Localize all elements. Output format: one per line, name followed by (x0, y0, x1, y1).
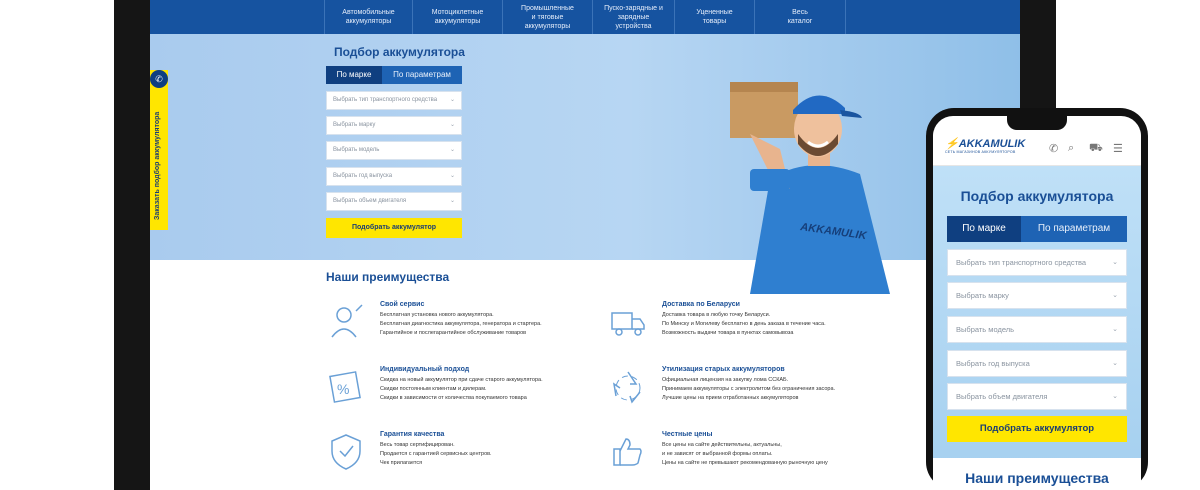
mobile-header: ⚡AKKAMULIK СЕТЬ МАГАЗИНОВ АККУМУЛЯТОРОВ … (933, 130, 1141, 166)
phone-notch (1007, 116, 1067, 130)
nav-item-discounted[interactable]: Уцененные товары (674, 0, 754, 34)
advantage-title: Доставка по Беларуси (662, 301, 740, 308)
brand-tagline: СЕТЬ МАГАЗИНОВ АККУМУЛЯТОРОВ (945, 150, 1016, 154)
nav-item-moto-batteries[interactable]: Мотоциклетные аккумуляторы (412, 0, 502, 34)
courier-illustration: AKKAMULIK (730, 82, 890, 294)
year-select[interactable]: Выбрать год выпуска ⌄ (326, 167, 462, 186)
vehicle-type-select[interactable]: Выбрать тип транспортного средства ⌄ (326, 91, 462, 110)
mobile-hero: Подбор аккумулятора По марке По параметр… (933, 166, 1141, 490)
order-selection-banner[interactable]: ✆ Заказать подбор аккумулятора (150, 70, 168, 230)
desktop-screen: Автомобильные аккумуляторы Мотоциклетные а… (150, 0, 1020, 490)
pick-battery-button[interactable]: Подобрать аккумулятор (947, 416, 1127, 442)
phone-icon[interactable]: ✆ (1049, 142, 1058, 155)
brand-select[interactable]: Выбрать марку ⌄ (947, 282, 1127, 309)
chevron-down-icon: ⌄ (1112, 292, 1118, 299)
chevron-down-icon: ⌄ (1112, 360, 1118, 367)
hero-title: Подбор аккумулятора (334, 45, 465, 59)
mobile-advantages: Наши преимущества (933, 458, 1141, 490)
chevron-down-icon: ⌄ (449, 122, 455, 128)
vehicle-type-select[interactable]: Выбрать тип транспортного средства ⌄ (947, 249, 1127, 276)
model-select[interactable]: Выбрать модель ⌄ (947, 316, 1127, 343)
nav-item-catalog[interactable]: Весь каталог (754, 0, 846, 34)
brand-select[interactable]: Выбрать марку ⌄ (326, 116, 462, 135)
chevron-down-icon: ⌄ (1112, 393, 1118, 400)
cart-icon[interactable]: ⛟ (1089, 142, 1103, 156)
mobile-search-tabs: По марке По параметрам (947, 216, 1127, 242)
mobile-advantages-title: Наши преимущества (965, 470, 1109, 486)
advantage-title: Индивидуальный подход (380, 366, 470, 373)
tab-by-params[interactable]: По параметрам (1021, 216, 1127, 242)
shield-icon (331, 434, 361, 470)
discount-icon: % (329, 371, 361, 403)
phone-icon: ✆ (150, 70, 168, 88)
thumbs-up-icon (613, 438, 642, 466)
top-navigation: Автомобильные аккумуляторы Мотоциклетные а… (150, 0, 1020, 34)
pick-battery-button[interactable]: Подобрать аккумулятор (326, 218, 462, 238)
menu-icon[interactable]: ☰ (1113, 142, 1123, 155)
logo[interactable]: ⚡AKKAMULIK СЕТЬ МАГАЗИНОВ АККУМУЛЯТОРОВ (945, 137, 1025, 154)
search-tabs: По марке По параметрам (326, 66, 462, 84)
tab-by-params[interactable]: По параметрам (382, 66, 462, 84)
search-icon[interactable]: ⌕ (1068, 142, 1074, 155)
recycle-icon (612, 371, 641, 404)
engine-volume-select[interactable]: Выбрать объем двигателя ⌄ (326, 192, 462, 211)
nav-item-chargers[interactable]: Пуско-зарядные и зарядные устройства (592, 0, 674, 34)
chevron-down-icon: ⌄ (1112, 326, 1118, 333)
nav-item-industrial-batteries[interactable]: Промышленные и тяговые аккумуляторы (502, 0, 592, 34)
mobile-hero-title: Подбор аккумулятора (960, 188, 1114, 204)
service-icon (331, 304, 363, 338)
engine-volume-select[interactable]: Выбрать объем двигателя ⌄ (947, 383, 1127, 410)
cap (793, 95, 845, 114)
hero-section: Подбор аккумулятора По марке По параметр… (150, 34, 1020, 294)
year-select[interactable]: Выбрать год выпуска ⌄ (947, 350, 1127, 377)
chevron-down-icon: ⌄ (449, 147, 455, 153)
phone-screen: ⚡AKKAMULIK СЕТЬ МАГАЗИНОВ АККУМУЛЯТОРОВ … (933, 116, 1141, 490)
chevron-down-icon: ⌄ (1112, 259, 1118, 266)
phone-frame: ⚡AKKAMULIK СЕТЬ МАГАЗИНОВ АККУМУЛЯТОРОВ … (926, 108, 1148, 490)
tab-by-brand[interactable]: По марке (947, 216, 1021, 242)
svg-text:%: % (337, 381, 349, 397)
advantage-title: Гарантия качества (380, 431, 445, 438)
model-select[interactable]: Выбрать модель ⌄ (326, 141, 462, 160)
advantage-title: Утилизация старых аккумуляторов (662, 366, 785, 373)
truck-icon (611, 312, 645, 336)
chevron-down-icon: ⌄ (449, 97, 455, 103)
tab-by-brand[interactable]: По марке (326, 66, 382, 84)
main-menu: Автомобильные аккумуляторы Мотоциклетные а… (324, 0, 846, 34)
chevron-down-icon: ⌄ (449, 173, 455, 179)
composition: Автомобильные аккумуляторы Мотоциклетные а… (0, 0, 1200, 490)
desktop-frame: Автомобильные аккумуляторы Мотоциклетные а… (114, 0, 1056, 490)
advantages-title: Наши преимущества (326, 270, 450, 284)
advantage-title: Честные цены (662, 431, 713, 438)
advantage-title: Свой сервис (380, 301, 425, 308)
chevron-down-icon: ⌄ (449, 198, 455, 204)
order-selection-label: Заказать подбор аккумулятора (154, 111, 161, 220)
brand-name: ⚡AKKAMULIK (945, 138, 1026, 150)
nav-item-car-batteries[interactable]: Автомобильные аккумуляторы (324, 0, 412, 34)
